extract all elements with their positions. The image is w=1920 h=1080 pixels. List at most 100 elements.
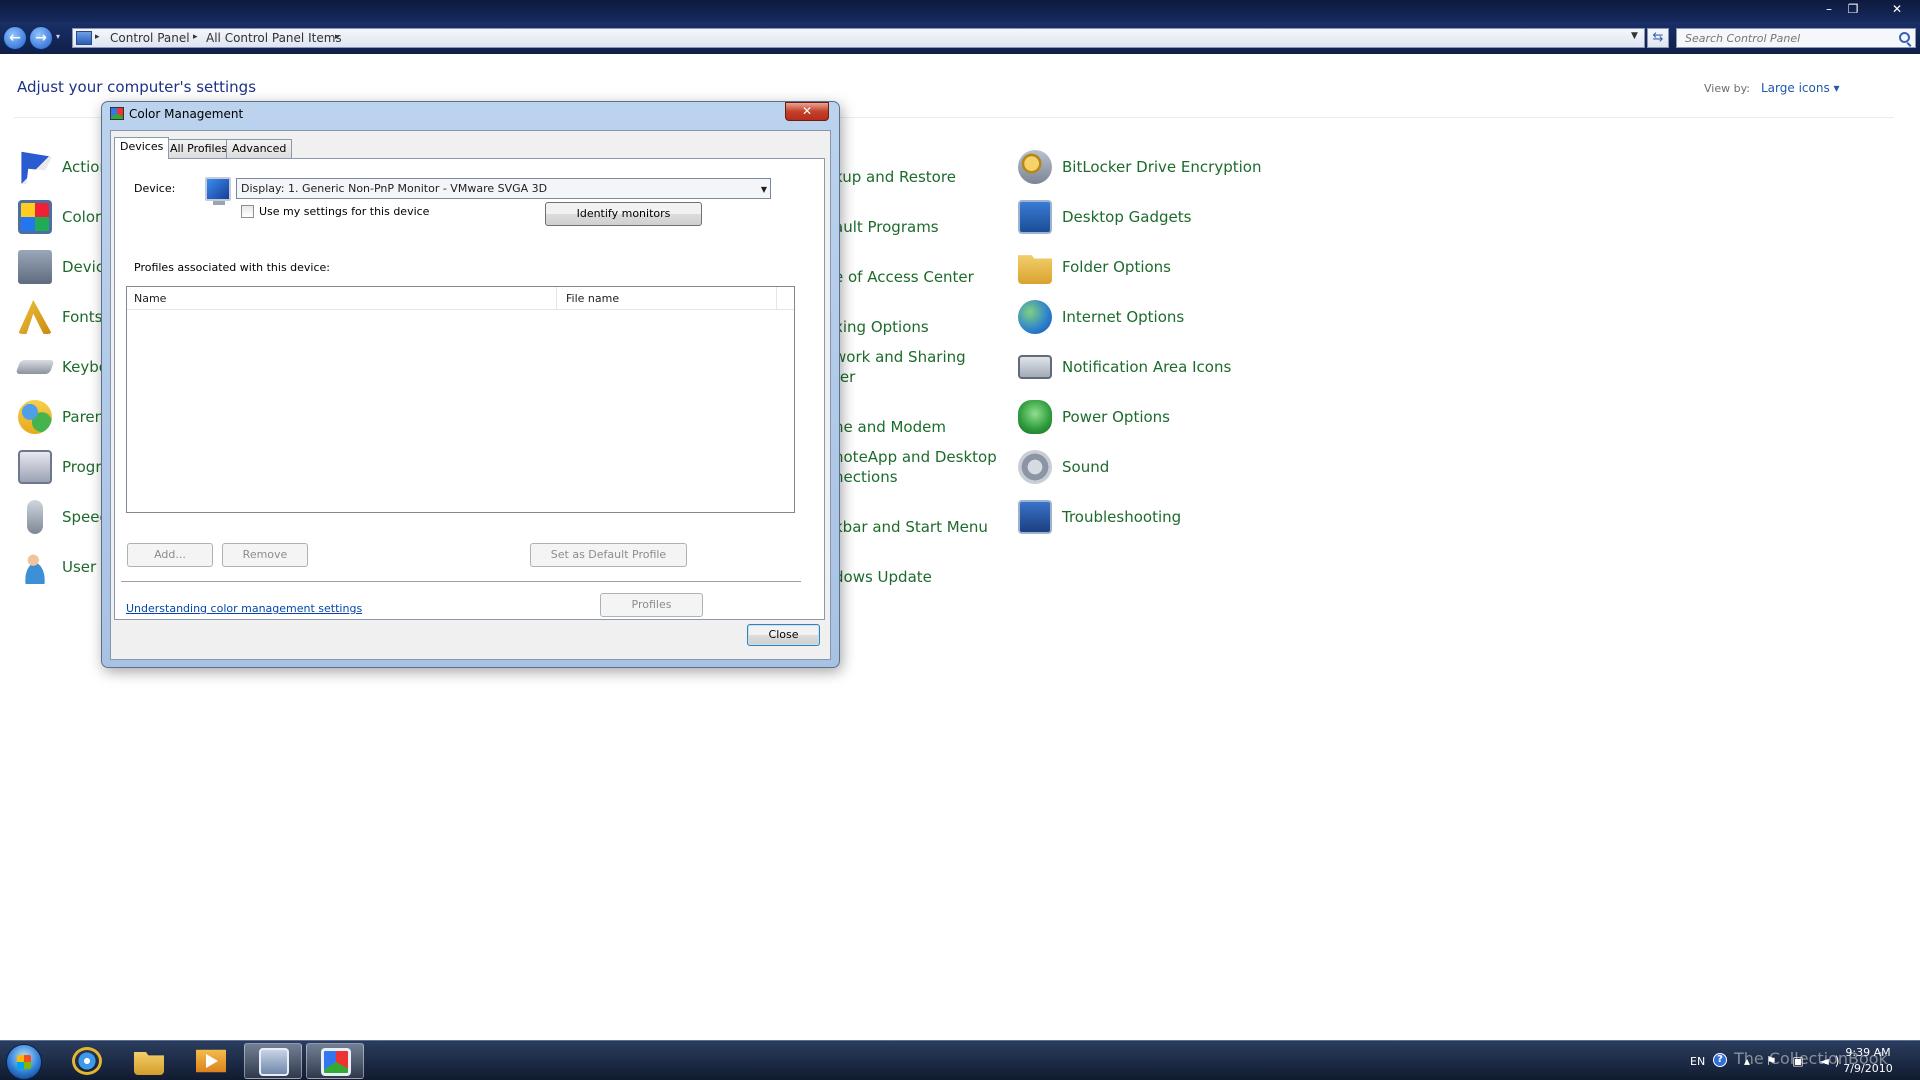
dialog-body: Devices All Profiles Advanced Device: Di…: [110, 130, 831, 660]
identify-monitors-button[interactable]: Identify monitors: [545, 202, 702, 226]
cp-item-power-options[interactable]: Power Options: [1018, 395, 1298, 439]
user-accounts-icon: [18, 550, 52, 584]
taskbar-windows-explorer[interactable]: [120, 1043, 178, 1079]
cp-item-label: kup and Restore: [834, 168, 956, 186]
help-icon[interactable]: ?: [1713, 1053, 1727, 1067]
cp-item-phone-and-modem[interactable]: ne and Modem: [834, 405, 1014, 449]
breadcrumb-separator[interactable]: ▸: [335, 32, 340, 42]
cp-item-keyboard[interactable]: Keybo: [15, 345, 108, 389]
search-input[interactable]: [1677, 29, 1887, 47]
chevron-down-icon: ▼: [760, 185, 767, 194]
column-divider[interactable]: [776, 287, 777, 310]
control-panel-icon: [76, 31, 92, 45]
cp-item-bitlocker-drive-encryption[interactable]: BitLocker Drive Encryption: [1018, 145, 1298, 189]
cp-item-label: dows Update: [834, 568, 932, 586]
address-dropdown-icon[interactable]: ▼: [1631, 31, 1638, 41]
cp-item-action-center[interactable]: Action: [18, 145, 109, 189]
remove-profile-button[interactable]: Remove: [222, 543, 308, 567]
tab-all-profiles[interactable]: All Profiles: [164, 139, 234, 158]
cp-item-label: Paren: [62, 408, 105, 426]
column-divider[interactable]: [556, 287, 557, 310]
language-indicator[interactable]: EN: [1690, 1055, 1705, 1068]
minimize-button[interactable]: –: [1818, 0, 1840, 18]
action-center-flag-icon: [21, 151, 52, 184]
close-window-button[interactable]: ✕: [1882, 0, 1912, 18]
cp-item-sound[interactable]: Sound: [1018, 445, 1298, 489]
add-profile-button[interactable]: Add...: [127, 543, 213, 567]
taskbar-internet-explorer[interactable]: [58, 1043, 116, 1079]
column-header-name[interactable]: Name: [134, 292, 166, 305]
cp-item-device-manager[interactable]: Devic: [18, 245, 108, 289]
window-title-bar: – ❐ ✕: [0, 0, 1920, 22]
color-management-help-link[interactable]: Understanding color management settings: [126, 602, 362, 615]
forward-button[interactable]: →: [29, 26, 53, 50]
use-my-settings-label[interactable]: Use my settings for this device: [259, 205, 429, 218]
cp-item-label: e of Access Center: [834, 268, 974, 286]
cp-item-speech-recognition[interactable]: Speec: [18, 495, 108, 539]
cp-item-programs[interactable]: Progr: [18, 445, 108, 489]
close-button[interactable]: Close: [747, 624, 820, 646]
use-my-settings-checkbox[interactable]: [241, 205, 254, 218]
recent-pages-dropdown[interactable]: ▾: [56, 32, 60, 41]
cp-item-ease-of-access-center[interactable]: e of Access Center: [834, 255, 1014, 299]
speech-microphone-icon: [27, 500, 43, 534]
cp-item-internet-options[interactable]: Internet Options: [1018, 295, 1298, 339]
dialog-title: Color Management: [129, 107, 244, 121]
tab-advanced[interactable]: Advanced: [226, 139, 293, 158]
internet-explorer-icon: [72, 1047, 102, 1075]
media-player-icon: [196, 1049, 226, 1073]
dialog-close-icon[interactable]: ✕: [785, 102, 829, 121]
cp-item-network-and-sharing-center[interactable]: work and Sharing ter: [834, 344, 1014, 394]
cp-item-label: kbar and Start Menu: [834, 518, 988, 536]
maximize-button[interactable]: ❐: [1842, 0, 1864, 18]
back-button[interactable]: ←: [3, 26, 27, 50]
cp-item-label: Progr: [62, 458, 102, 476]
column-header-file-name[interactable]: File name: [566, 292, 619, 305]
cp-item-label: Color: [62, 208, 102, 226]
breadcrumb-separator[interactable]: ▸: [95, 32, 100, 42]
cp-item-fonts[interactable]: Fonts: [18, 295, 108, 339]
cp-item-windows-update[interactable]: dows Update: [834, 555, 1014, 599]
taskbar-color-management[interactable]: [306, 1043, 364, 1079]
profiles-list-header: Name File name: [127, 287, 794, 310]
clock-time: 9:39 AM: [1845, 1046, 1891, 1059]
breadcrumb-control-panel[interactable]: Control Panel: [110, 31, 190, 45]
desktop-gadgets-icon: [1018, 200, 1052, 234]
breadcrumb-all-control-panel-items[interactable]: All Control Panel Items: [206, 31, 342, 45]
breadcrumb-separator[interactable]: ▸: [193, 32, 198, 42]
cp-item-color-management[interactable]: Color: [18, 195, 108, 239]
cp-item-label: Power Options: [1062, 408, 1170, 426]
cp-item-label: noteApp and Desktop nections: [834, 448, 997, 486]
cp-item-folder-options[interactable]: Folder Options: [1018, 245, 1298, 289]
cp-item-label: Desktop Gadgets: [1062, 208, 1192, 226]
cp-item-default-programs[interactable]: ault Programs: [834, 205, 1014, 249]
cp-item-notification-area-icons[interactable]: Notification Area Icons: [1018, 345, 1298, 389]
cp-item-troubleshooting[interactable]: Troubleshooting: [1018, 495, 1298, 539]
cp-item-desktop-gadgets[interactable]: Desktop Gadgets: [1018, 195, 1298, 239]
address-bar[interactable]: ▸ Control Panel ▸ All Control Panel Item…: [72, 28, 1645, 48]
divider: [121, 581, 801, 582]
view-by-dropdown[interactable]: Large icons ▾: [1761, 81, 1840, 95]
cp-item-label: Troubleshooting: [1062, 508, 1182, 526]
system-clock[interactable]: 9:39 AM 7/9/2010: [1832, 1045, 1904, 1077]
profiles-list[interactable]: Name File name: [126, 286, 795, 513]
internet-options-globe-icon: [1018, 300, 1052, 334]
search-icon[interactable]: [1899, 32, 1910, 43]
set-default-profile-button[interactable]: Set as Default Profile: [530, 543, 687, 567]
taskbar-media-player[interactable]: [182, 1043, 240, 1079]
cp-item-taskbar-and-start-menu[interactable]: kbar and Start Menu: [834, 505, 1014, 549]
cp-item-parental-controls[interactable]: Paren: [18, 395, 108, 439]
start-button[interactable]: [6, 1044, 42, 1080]
taskbar-control-panel[interactable]: [244, 1043, 302, 1079]
cp-item-backup-and-restore[interactable]: kup and Restore: [834, 155, 1014, 199]
notification-tray-icons[interactable]: ▴ ⚑ ▣ ◄): [1744, 1054, 1845, 1068]
search-box[interactable]: [1676, 28, 1916, 48]
profiles-button[interactable]: Profiles: [600, 593, 703, 617]
profiles-associated-label: Profiles associated with this device:: [134, 261, 331, 274]
cp-item-user-accounts[interactable]: User a: [18, 545, 110, 589]
tab-devices[interactable]: Devices: [114, 137, 170, 159]
device-select[interactable]: Display: 1. Generic Non-PnP Monitor - VM…: [236, 178, 771, 199]
cp-item-indexing-options[interactable]: xing Options: [834, 305, 1014, 349]
cp-item-remoteapp-and-desktop-connections[interactable]: noteApp and Desktop nections: [834, 444, 1014, 494]
refresh-icon[interactable]: ⇆: [1647, 28, 1669, 48]
